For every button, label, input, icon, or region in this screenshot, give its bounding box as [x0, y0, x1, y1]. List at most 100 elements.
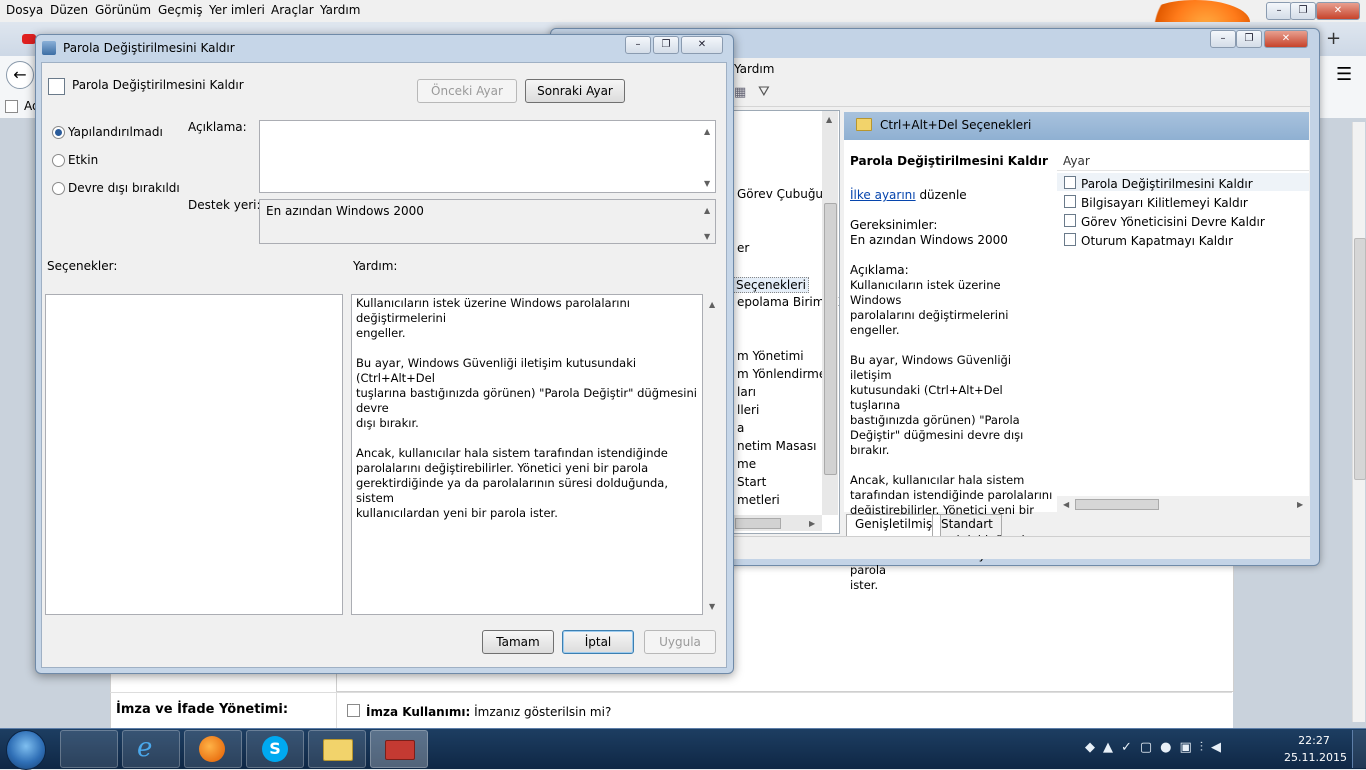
policy-row[interactable]: Oturum Kapatmayı Kaldır [1064, 233, 1233, 248]
taskbar-explorer-folder-icon[interactable] [308, 730, 366, 768]
minimize-icon[interactable]: – [1266, 2, 1292, 20]
tree-item-selected[interactable]: Seçenekleri [733, 277, 809, 293]
tree-item[interactable]: m Yönlendirme [737, 367, 826, 381]
gpe-close-icon[interactable]: ✕ [1264, 30, 1308, 48]
cancel-button[interactable]: İptal [562, 630, 634, 654]
previous-setting-button[interactable]: Önceki Ayar [417, 79, 517, 103]
dialog-header-title: Parola Değiştirilmesini Kaldır [72, 78, 244, 92]
dialog-minimize-icon[interactable]: – [625, 36, 651, 54]
taskbar-time[interactable]: 22:27 [1284, 734, 1344, 747]
radio-enabled-label[interactable]: Etkin [68, 153, 98, 167]
ok-button[interactable]: Tamam [482, 630, 554, 654]
youtube-tab-icon[interactable] [22, 34, 36, 44]
taskbar-app-chart-icon[interactable] [60, 730, 118, 768]
options-label: Seçenekler: [47, 259, 118, 273]
supported-on-label: Destek yeri: [188, 198, 261, 212]
policy-icon [1064, 233, 1076, 246]
column-header-setting[interactable]: Ayar [1063, 154, 1090, 168]
tree-hscroll-thumb[interactable] [735, 518, 781, 529]
menu-file[interactable]: Dosya [6, 3, 43, 17]
close-icon[interactable]: ✕ [1316, 2, 1360, 20]
scroll-down-arrow-icon[interactable]: ▼ [704, 179, 710, 188]
tree-item[interactable]: Görev Çubuğu [737, 187, 823, 201]
gpe-tree-pane: Görev Çubuğu er Seçenekleri epolama Biri… [732, 110, 840, 534]
scroll-down-arrow-icon[interactable]: ▼ [709, 602, 715, 611]
tree-item[interactable]: metleri [737, 493, 780, 507]
menu-history[interactable]: Geçmiş [158, 3, 203, 17]
comment-label: Açıklama: [188, 120, 247, 134]
policy-hscroll-thumb[interactable] [1075, 499, 1159, 510]
tree-item[interactable]: er [737, 241, 749, 255]
filter-icon[interactable]: ⛛ [758, 84, 770, 100]
gpe-detail-header: Ctrl+Alt+Del Seçenekleri [844, 112, 1309, 140]
scroll-up-arrow-icon[interactable]: ▲ [704, 127, 710, 136]
start-button-icon[interactable] [6, 730, 46, 770]
tree-item[interactable]: lleri [737, 403, 759, 417]
comment-textarea[interactable]: ▲ ▼ [259, 120, 716, 193]
gpe-maximize-icon[interactable]: ❐ [1236, 30, 1262, 48]
scroll-right-arrow-icon[interactable]: ▶ [809, 519, 815, 528]
menu-help[interactable]: Yardım [320, 3, 360, 17]
tree-item[interactable]: Start [737, 475, 766, 489]
scroll-left-arrow-icon[interactable]: ◀ [1063, 500, 1069, 509]
detail-policy-title: Parola Değiştirilmesini Kaldır [850, 154, 1048, 168]
tree-item[interactable]: ları [737, 385, 756, 399]
taskbar-firefox-icon[interactable] [184, 730, 242, 768]
tree-item[interactable]: m Yönetimi [737, 349, 804, 363]
new-tab-plus-icon[interactable]: + [1326, 28, 1341, 49]
policy-list-header[interactable]: Ayar [1057, 152, 1309, 171]
policy-row[interactable]: Görev Yöneticisini Devre Kaldır [1064, 214, 1265, 229]
back-arrow-icon[interactable]: ← [6, 61, 34, 89]
radio-not-configured[interactable] [52, 126, 65, 139]
signature-checkbox[interactable] [347, 704, 360, 717]
radio-enabled[interactable] [52, 154, 65, 167]
policy-row[interactable]: Bilgisayarı Kilitlemeyi Kaldır [1064, 195, 1248, 210]
taskbar-date[interactable]: 25.11.2015 [1284, 751, 1347, 764]
tree-scroll-thumb[interactable] [824, 203, 837, 475]
page-scrollbar-thumb[interactable] [1354, 238, 1366, 480]
signature-option-text: İmzanız gösterilsin mi? [474, 705, 612, 719]
radio-disabled[interactable] [52, 182, 65, 195]
policy-row[interactable]: Parola Değiştirilmesini Kaldır [1064, 176, 1253, 191]
tab-standard[interactable]: Standart [932, 514, 1002, 537]
taskbar-internet-explorer-icon[interactable]: e [122, 730, 180, 768]
tree-vertical-scrollbar[interactable]: ▲ [822, 111, 838, 515]
scroll-right-arrow-icon[interactable]: ▶ [1297, 500, 1303, 509]
policy-icon [1064, 214, 1076, 227]
apply-button[interactable]: Uygula [644, 630, 716, 654]
menu-edit[interactable]: Düzen [50, 3, 88, 17]
page-scrollbar[interactable] [1352, 122, 1366, 722]
radio-not-configured-label[interactable]: Yapılandırılmadı [68, 125, 163, 139]
gpe-menu-help[interactable]: Yardım [734, 62, 774, 76]
gpe-minimize-icon[interactable]: – [1210, 30, 1236, 48]
dialog-close-icon[interactable]: ✕ [681, 36, 723, 54]
show-desktop-button[interactable] [1352, 730, 1366, 768]
edit-policy-link[interactable]: İlke ayarını [850, 188, 916, 202]
policy-row-label: Bilgisayarı Kilitlemeyi Kaldır [1081, 196, 1248, 210]
scroll-up-arrow-icon[interactable]: ▲ [709, 300, 715, 309]
scroll-down-arrow-icon[interactable]: ▼ [704, 232, 710, 241]
tab-extended[interactable]: Genişletilmiş [846, 514, 942, 537]
taskbar-skype-icon[interactable]: S [246, 730, 304, 768]
menu-bookmarks[interactable]: Yer imleri [209, 3, 265, 17]
tree-item[interactable]: a [737, 421, 744, 435]
system-tray-icons[interactable]: ◆▲✓▢●▣⫶◀ [1085, 740, 1229, 755]
policy-hscrollbar[interactable]: ◀ ▶ [1057, 496, 1309, 512]
radio-disabled-label[interactable]: Devre dışı bırakıldı [68, 181, 180, 195]
hamburger-menu-icon[interactable]: ☰ [1336, 64, 1352, 85]
maximize-icon[interactable]: ❐ [1290, 2, 1316, 20]
scroll-up-arrow-icon[interactable]: ▲ [826, 115, 832, 124]
detail-edit-line: İlke ayarını düzenle [850, 188, 967, 202]
menu-tools[interactable]: Araçlar [271, 3, 314, 17]
help-label: Yardım: [353, 259, 398, 273]
menu-view[interactable]: Görünüm [95, 3, 151, 17]
tree-horizontal-scrollbar[interactable]: ▶ [733, 515, 822, 531]
taskbar-toolbox-icon[interactable] [370, 730, 428, 768]
grid-icon[interactable]: ▦ [734, 85, 746, 100]
next-setting-button[interactable]: Sonraki Ayar [525, 79, 625, 103]
tree-item[interactable]: me [737, 457, 756, 471]
tree-item[interactable]: netim Masası [737, 439, 816, 453]
gpe-status-bar [732, 536, 1310, 559]
dialog-maximize-icon[interactable]: ❐ [653, 36, 679, 54]
scroll-up-arrow-icon[interactable]: ▲ [704, 206, 710, 215]
